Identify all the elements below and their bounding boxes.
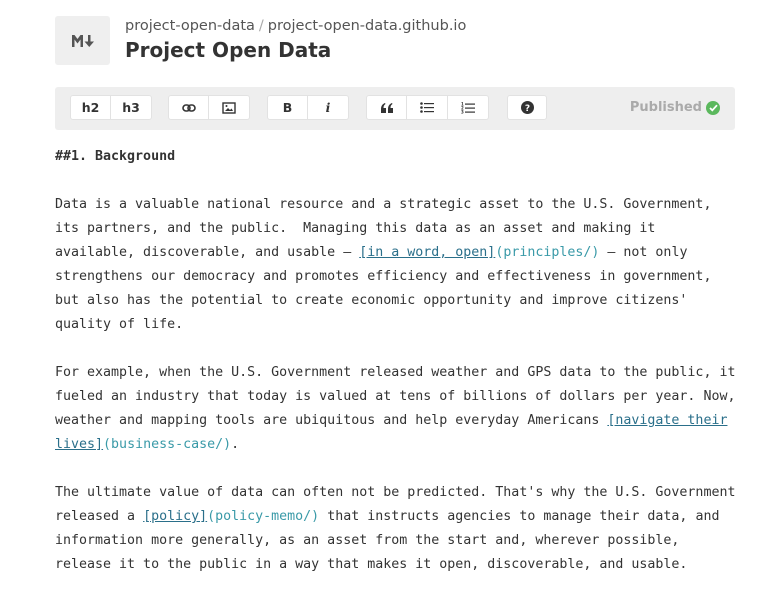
editor-line: The ultimate value of data can often not…: [55, 485, 736, 500]
line-text: — not only: [599, 245, 688, 260]
bullet-list-button[interactable]: [407, 95, 448, 120]
editor-line: lives](business-case/).: [55, 433, 755, 457]
svg-text:?: ?: [524, 104, 529, 114]
markdown-editor[interactable]: ##1. Background Data is a valuable natio…: [55, 145, 755, 577]
publish-status: Published: [630, 100, 720, 115]
media-group: [168, 95, 250, 120]
bold-button[interactable]: B: [267, 95, 308, 120]
header: project-open-data / project-open-data.gith…: [55, 16, 755, 68]
editor-line: information more generally, as an asset …: [55, 533, 680, 548]
numbered-list-button[interactable]: 123: [448, 95, 489, 120]
h3-button[interactable]: h3: [111, 95, 152, 120]
link-text-principles[interactable]: [in a word, open]: [359, 245, 495, 260]
heading-group: h2 h3: [70, 95, 152, 120]
help-button[interactable]: ?: [507, 95, 547, 120]
link-text-navigate[interactable]: [navigate their: [607, 413, 727, 428]
editor-line: release it to the public in a way that m…: [55, 557, 688, 572]
link-button[interactable]: [168, 95, 209, 120]
line-text: released a: [55, 509, 144, 524]
list-group: 123: [366, 95, 489, 120]
editor-line: Data is a valuable national resource and…: [55, 197, 712, 212]
link-icon: [181, 103, 196, 112]
line-text: weather and mapping tools are ubiquitous…: [55, 413, 608, 428]
breadcrumb-repo[interactable]: project-open-data.github.io: [268, 18, 467, 34]
italic-button[interactable]: i: [308, 95, 349, 120]
breadcrumb: project-open-data / project-open-data.gith…: [125, 18, 466, 34]
editor-line: For example, when the U.S. Government re…: [55, 365, 736, 380]
editor-line: its partners, and the public. Managing t…: [55, 221, 656, 236]
status-label: Published: [629, 100, 702, 115]
format-group: B i: [267, 95, 349, 120]
editor-line: quality of life.: [55, 317, 184, 332]
line-text: .: [231, 437, 240, 452]
numbered-list-icon: 123: [461, 102, 475, 114]
line-text: available, discoverable, and usable —: [55, 245, 360, 260]
page-title: Project Open Data: [125, 38, 332, 62]
editor-line: strengthens our democracy and promotes e…: [55, 269, 712, 284]
line-text: that instructs agencies to manage their …: [319, 509, 720, 524]
svg-text:3: 3: [461, 109, 464, 114]
quote-icon: [380, 102, 393, 113]
editor-line: released a [policy](policy-memo/) that i…: [55, 505, 755, 529]
breadcrumb-org[interactable]: project-open-data: [125, 18, 255, 34]
link-url-business-case: (business-case/): [103, 437, 232, 452]
heading-line: ##1. Background: [55, 149, 176, 164]
link-text-policy[interactable]: [policy]: [143, 509, 207, 524]
editor-line: fueled an industry that today is valued …: [55, 389, 736, 404]
help-icon: ?: [520, 101, 534, 114]
image-icon: [222, 101, 236, 114]
editor-line: but also has the potential to create eco…: [55, 293, 688, 308]
link-url-policy-memo: (policy-memo/): [207, 509, 320, 524]
editor-line: weather and mapping tools are ubiquitous…: [55, 409, 755, 433]
markdown-icon: [55, 16, 110, 65]
check-circle-icon: [706, 100, 720, 115]
link-text-lives[interactable]: lives]: [55, 437, 103, 452]
link-url-principles: (principles/): [495, 245, 600, 260]
h2-button[interactable]: h2: [70, 95, 111, 120]
editor-line: available, discoverable, and usable — [i…: [55, 241, 755, 265]
bullet-list-icon: [420, 102, 434, 113]
quote-button[interactable]: [366, 95, 407, 120]
help-group: ?: [507, 95, 547, 120]
editor-toolbar: h2 h3 B i 123 ? Published: [55, 87, 735, 130]
breadcrumb-separator: /: [258, 18, 264, 34]
image-button[interactable]: [209, 95, 250, 120]
